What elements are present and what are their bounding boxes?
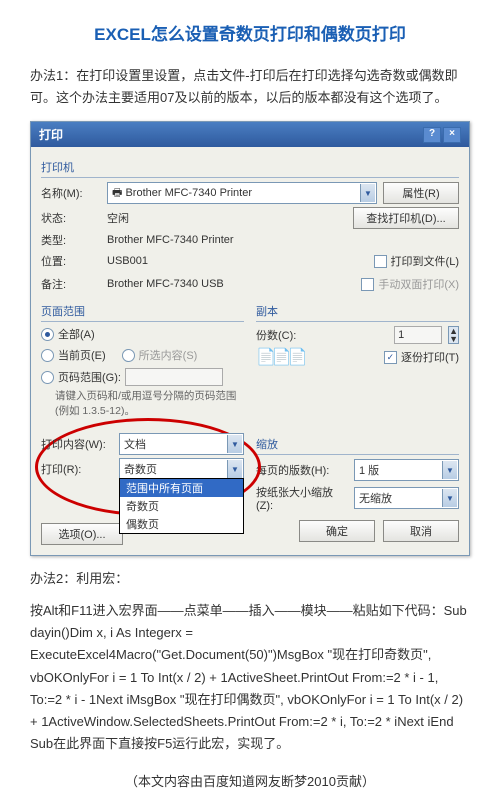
pages-per-sheet-select[interactable]: 1 版 ▼ (354, 459, 459, 481)
ok-button[interactable]: 确定 (299, 520, 375, 542)
scale-label: 按纸张大小缩放(Z): (256, 484, 348, 512)
pages-per-sheet-value: 1 版 (359, 462, 379, 478)
method2-text: 按Alt和F11进入宏界面——点菜单——插入——模块——粘贴如下代码：Sub d… (30, 600, 470, 755)
print-dialog: 打印 ? × 打印机 名称(M): 🖶 Brother MFC-7340 Pri… (30, 121, 470, 556)
type-value: Brother MFC-7340 Printer (107, 234, 234, 246)
pages-input[interactable] (125, 368, 223, 386)
range-selection-label: 所选内容(S) (139, 347, 198, 363)
print-odd-even-label: 打印(R): (41, 461, 113, 477)
method1-label: 办法1 (30, 68, 63, 83)
properties-button[interactable]: 属性(R) (383, 182, 459, 204)
dialog-titlebar: 打印 ? × (31, 122, 469, 147)
collate-checkbox[interactable]: 逐份打印(T) (384, 349, 459, 365)
content-label: 打印内容(W): (41, 436, 113, 452)
pages-per-sheet-label: 每页的版数(H): (256, 462, 348, 478)
printer-name-value: Brother MFC-7340 Printer (125, 187, 252, 199)
scale-select[interactable]: 无缩放 ▼ (354, 487, 459, 509)
print-content-value: 文档 (124, 436, 146, 452)
spinner-icon[interactable]: ▲▼ (448, 326, 459, 344)
range-hint: 请键入页码和/或用逗号分隔的页码范围(例如 1.3.5-12)。 (55, 388, 244, 418)
printer-icon: 🖶 (112, 184, 122, 203)
method1-paragraph: 办法1：在打印设置里设置，点击文件-打印后在打印选择勾选奇数或偶数即可。这个办法… (30, 65, 470, 109)
zoom-section-header: 缩放 (256, 434, 459, 455)
collate-pages-icon: 📄📄📄 (256, 347, 304, 367)
manual-duplex-checkbox[interactable]: 手动双面打印(X) (361, 276, 459, 292)
range-pages-radio[interactable]: 页码范围(G): (41, 368, 244, 386)
dropdown-option-odd[interactable]: 奇数页 (120, 497, 243, 515)
cancel-button[interactable]: 取消 (383, 520, 459, 542)
range-all-label: 全部(A) (58, 326, 95, 342)
attribution: （本文内容由百度知道网友断梦2010贡献） (30, 771, 470, 790)
chevron-down-icon: ▼ (227, 435, 242, 453)
page-title: EXCEL怎么设置奇数页打印和偶数页打印 (30, 20, 470, 45)
dropdown-option-all-pages[interactable]: 范围中所有页面 (120, 479, 243, 497)
print-to-file-checkbox[interactable]: 打印到文件(L) (374, 253, 459, 269)
chevron-down-icon: ▼ (360, 184, 375, 202)
collate-label: 逐份打印(T) (401, 349, 459, 365)
method1-text: ：在打印设置里设置，点击文件-打印后在打印选择勾选奇数或偶数即可。这个办法主要适… (30, 68, 458, 105)
printer-section-header: 打印机 (41, 157, 459, 178)
range-current-label: 当前页(E) (58, 347, 106, 363)
chevron-down-icon: ▼ (442, 461, 457, 479)
print-odd-even-select[interactable]: 奇数页 ▼ (119, 458, 244, 480)
manual-duplex-label: 手动双面打印(X) (378, 276, 459, 292)
printer-name-select[interactable]: 🖶 Brother MFC-7340 Printer ▼ (107, 182, 377, 204)
dialog-title: 打印 (39, 126, 63, 143)
print-odd-even-value: 奇数页 (124, 461, 157, 477)
comment-value: Brother MFC-7340 USB (107, 278, 355, 290)
status-label: 状态: (41, 210, 101, 226)
chevron-down-icon: ▼ (227, 460, 242, 478)
method2-label: 办法2：利用宏： (30, 568, 470, 590)
name-label: 名称(M): (41, 185, 101, 201)
range-pages-label: 页码范围(G): (58, 369, 121, 385)
scale-value: 无缩放 (359, 490, 392, 506)
copies-label: 份数(C): (256, 327, 296, 343)
range-all-radio[interactable]: 全部(A) (41, 326, 244, 342)
type-label: 类型: (41, 232, 101, 248)
close-button[interactable]: × (443, 127, 461, 143)
print-content-select[interactable]: 文档 ▼ (119, 433, 244, 455)
range-section-header: 页面范围 (41, 301, 244, 322)
help-button[interactable]: ? (423, 127, 441, 143)
print-odd-even-dropdown: 范围中所有页面 奇数页 偶数页 (119, 478, 244, 534)
range-selection-radio[interactable]: 所选内容(S) (122, 347, 198, 363)
find-printer-button[interactable]: 查找打印机(D)... (353, 207, 459, 229)
comment-label: 备注: (41, 276, 101, 292)
where-label: 位置: (41, 253, 101, 269)
status-value: 空闲 (107, 210, 347, 226)
copies-input[interactable]: 1 (394, 326, 442, 344)
dropdown-option-even[interactable]: 偶数页 (120, 515, 243, 533)
chevron-down-icon: ▼ (442, 489, 457, 507)
copies-section-header: 副本 (256, 301, 459, 322)
options-button[interactable]: 选项(O)... (41, 523, 123, 545)
print-to-file-label: 打印到文件(L) (391, 253, 459, 269)
where-value: USB001 (107, 255, 368, 267)
range-current-radio[interactable]: 当前页(E) (41, 347, 106, 363)
